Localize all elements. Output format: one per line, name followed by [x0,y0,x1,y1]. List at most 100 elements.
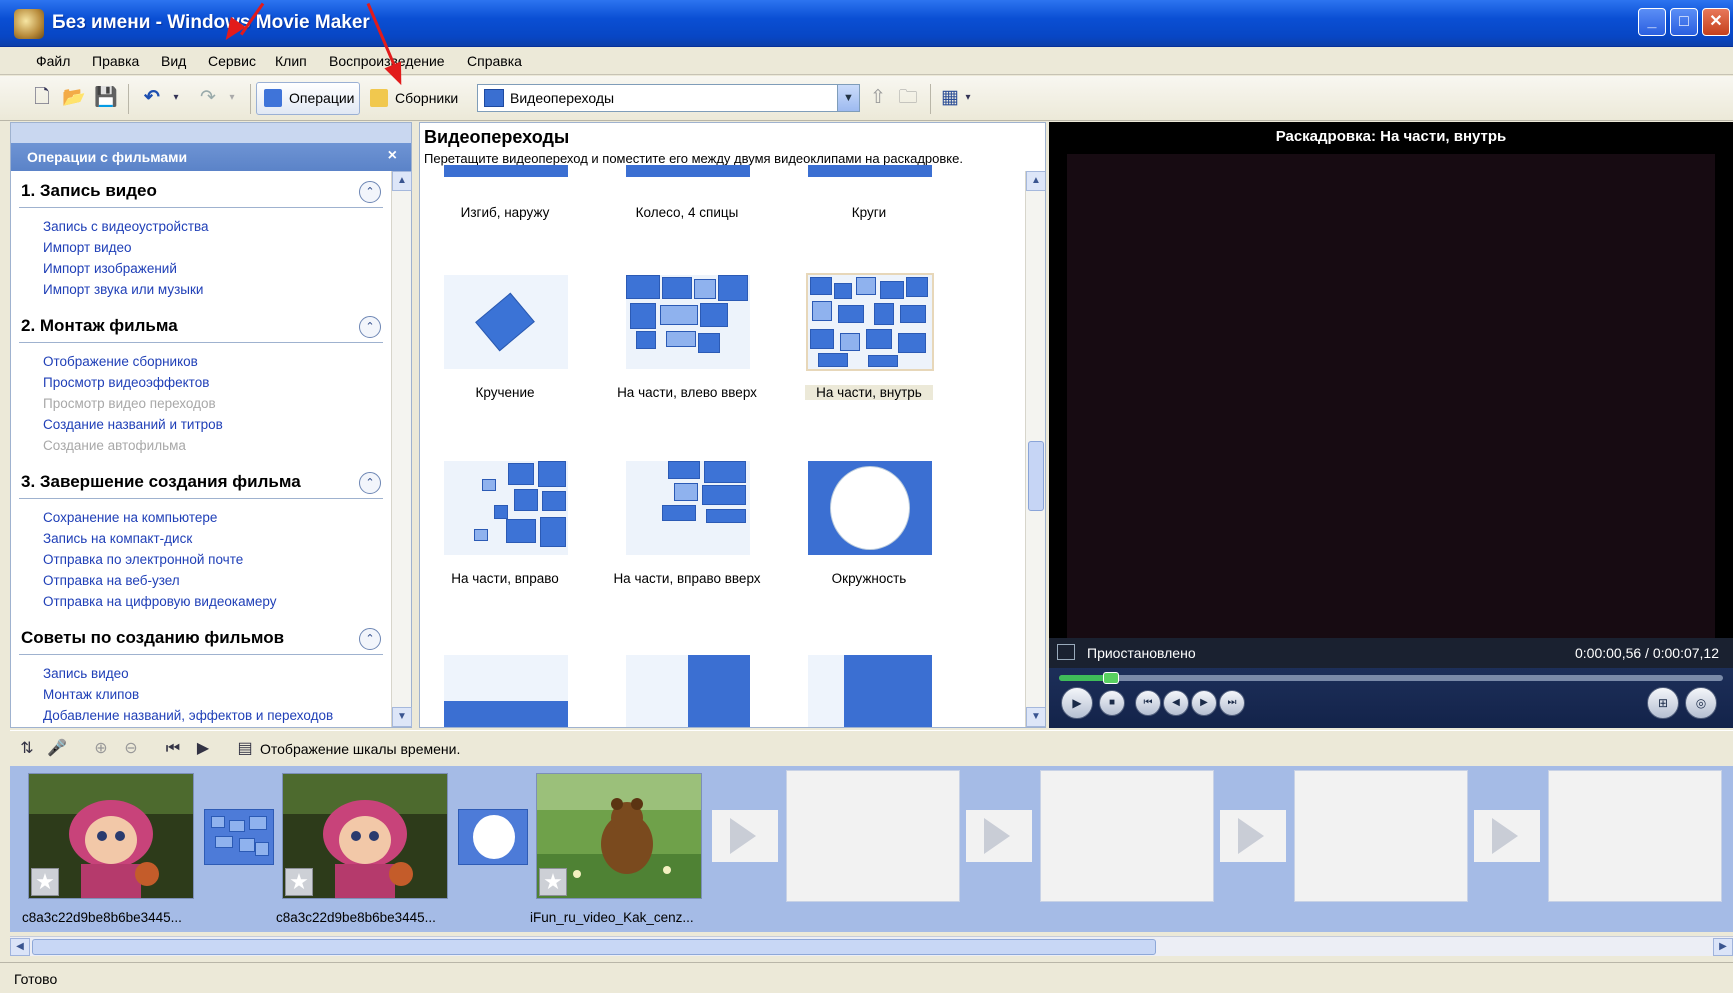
chevron-up-icon[interactable]: ⌃ [359,628,381,650]
new-project-icon[interactable]: 🗋 [30,86,54,110]
task-link-tip-titles-effects[interactable]: Добавление названий, эффектов и переходо… [43,708,333,723]
storyboard-clip[interactable]: ★ [28,773,194,899]
task-link-send-email[interactable]: Отправка по электронной почте [43,552,243,567]
transition-thumbnail-shatter-up-right[interactable] [626,461,750,555]
movie-maker-app-icon[interactable] [14,9,44,39]
rewind-storyboard-icon[interactable]: ⏮ [162,738,184,760]
task-link-import-audio[interactable]: Импорт звука или музыки [43,282,203,297]
section-capture-video-title[interactable]: 1. Запись видео [21,181,157,201]
transition-label[interactable]: Изгиб, наружу [420,205,596,220]
take-picture-icon[interactable]: ◎ [1685,687,1717,719]
task-link-send-web[interactable]: Отправка на веб-узел [43,573,180,588]
transition-thumbnail-shatter-right[interactable] [444,461,568,555]
empty-transition-slot[interactable] [712,810,778,862]
zoom-out-icon[interactable]: ⊖ [120,738,142,760]
scroll-up-icon[interactable]: ▲ [1026,171,1045,191]
transition-thumbnail-shatter-in[interactable] [806,273,934,371]
transition-thumbnail[interactable] [444,655,568,727]
empty-clip-slot[interactable] [1294,770,1468,902]
storyboard-scrollbar[interactable]: ◀ ▶ [10,936,1733,956]
next-frame-button[interactable]: ⏭ [1219,690,1245,716]
step-forward-button[interactable]: ▶ [1191,690,1217,716]
views-dropdown-icon[interactable]: ▾ [956,86,980,110]
operations-button[interactable]: Операции [256,82,360,115]
stop-button[interactable]: ■ [1099,690,1125,716]
storyboard-transition-circle[interactable] [458,809,528,865]
seek-bar-thumb[interactable] [1103,672,1120,684]
open-project-icon[interactable]: 📂 [62,86,86,110]
transition-label[interactable]: Кручение [420,385,596,400]
transition-label[interactable]: На части, вправо [420,571,596,586]
menu-file[interactable]: Файл [36,53,70,69]
split-clip-icon[interactable]: ⊞ [1647,687,1679,719]
scroll-left-icon[interactable]: ◀ [10,938,30,956]
scrollbar-thumb[interactable] [1028,441,1044,511]
empty-transition-slot[interactable] [1220,810,1286,862]
show-timeline-icon[interactable]: ▤ [234,738,256,760]
chevron-up-icon[interactable]: ⌃ [359,181,381,203]
previous-frame-button[interactable]: ⏮ [1135,690,1161,716]
section-tips-title[interactable]: Советы по созданию фильмов [21,628,284,648]
up-level-icon[interactable]: ⇧ [866,86,890,110]
close-icon[interactable]: × [388,147,397,165]
scroll-down-icon[interactable]: ▼ [392,707,412,727]
task-link-view-effects[interactable]: Просмотр видеоэффектов [43,375,209,390]
minimize-button[interactable]: _ [1638,8,1666,36]
menu-edit[interactable]: Правка [92,53,139,69]
task-link-tip-capture[interactable]: Запись видео [43,666,129,681]
section-finish-movie-title[interactable]: 3. Завершение создания фильма [21,472,301,492]
narrate-timeline-icon[interactable]: 🎤 [46,738,68,760]
redo-dropdown-icon[interactable]: ▾ [220,86,244,110]
seek-bar[interactable] [1059,672,1723,684]
task-link-show-collections[interactable]: Отображение сборников [43,354,198,369]
transition-label[interactable]: Круги [778,205,960,220]
maximize-button[interactable]: □ [1670,8,1698,36]
transition-thumbnail[interactable] [626,165,750,177]
save-project-icon[interactable]: 💾 [94,86,118,110]
transition-label[interactable]: Окружность [778,571,960,586]
empty-transition-slot[interactable] [1474,810,1540,862]
clip-label[interactable]: c8a3c22d9be8b6be3445... [22,910,202,925]
task-link-send-dv-camera[interactable]: Отправка на цифровую видеокамеру [43,594,276,609]
transition-label[interactable]: На части, вправо вверх [596,571,778,586]
close-window-button[interactable]: ✕ [1702,8,1730,36]
scroll-down-icon[interactable]: ▼ [1026,707,1045,727]
storyboard-clip[interactable]: ★ [536,773,702,899]
storyboard-transition-shatter[interactable] [204,809,274,865]
transition-label[interactable]: Колесо, 4 спицы [596,205,778,220]
transition-label-selected[interactable]: На части, внутрь [805,385,933,400]
set-audio-levels-icon[interactable]: ⇅ [16,738,38,760]
task-link-capture-from-device[interactable]: Запись с видеоустройства [43,219,209,234]
menu-clip[interactable]: Клип [275,53,307,69]
show-timeline-button[interactable]: Отображение шкалы времени. [260,741,460,757]
undo-icon[interactable]: ↶ [140,86,164,110]
transition-thumbnail-spin[interactable] [444,275,568,369]
task-link-import-pictures[interactable]: Импорт изображений [43,261,177,276]
redo-icon[interactable]: ↷ [196,86,220,110]
new-collection-icon[interactable]: 🗀 [896,86,920,110]
empty-clip-slot[interactable] [1548,770,1722,902]
chevron-down-icon[interactable]: ▼ [837,85,859,111]
transition-thumbnail[interactable] [444,165,568,177]
menu-help[interactable]: Справка [467,53,522,69]
transition-thumbnail[interactable] [808,165,932,177]
menu-tools[interactable]: Сервис [208,53,256,69]
task-link-save-to-cd[interactable]: Запись на компакт-диск [43,531,192,546]
scroll-right-icon[interactable]: ▶ [1713,938,1733,956]
empty-clip-slot[interactable] [786,770,960,902]
section-edit-movie-title[interactable]: 2. Монтаж фильма [21,316,178,336]
task-link-tip-edit-clips[interactable]: Монтаж клипов [43,687,139,702]
collection-scrollbar[interactable]: ▲ ▼ [1025,171,1045,727]
transition-label[interactable]: На части, влево вверх [596,385,778,400]
scrollbar-thumb[interactable] [32,939,1156,955]
transition-thumbnail[interactable] [808,655,932,727]
collections-button[interactable]: Сборники [362,82,466,115]
chevron-up-icon[interactable]: ⌃ [359,316,381,338]
transition-thumbnail-circle[interactable] [808,461,932,555]
transition-thumbnail[interactable] [626,655,750,727]
scroll-up-icon[interactable]: ▲ [392,171,412,191]
undo-dropdown-icon[interactable]: ▾ [164,86,188,110]
play-button[interactable]: ▶ [1061,687,1093,719]
transition-thumbnail-shatter-up-left[interactable] [626,275,750,369]
task-link-save-to-computer[interactable]: Сохранение на компьютере [43,510,217,525]
